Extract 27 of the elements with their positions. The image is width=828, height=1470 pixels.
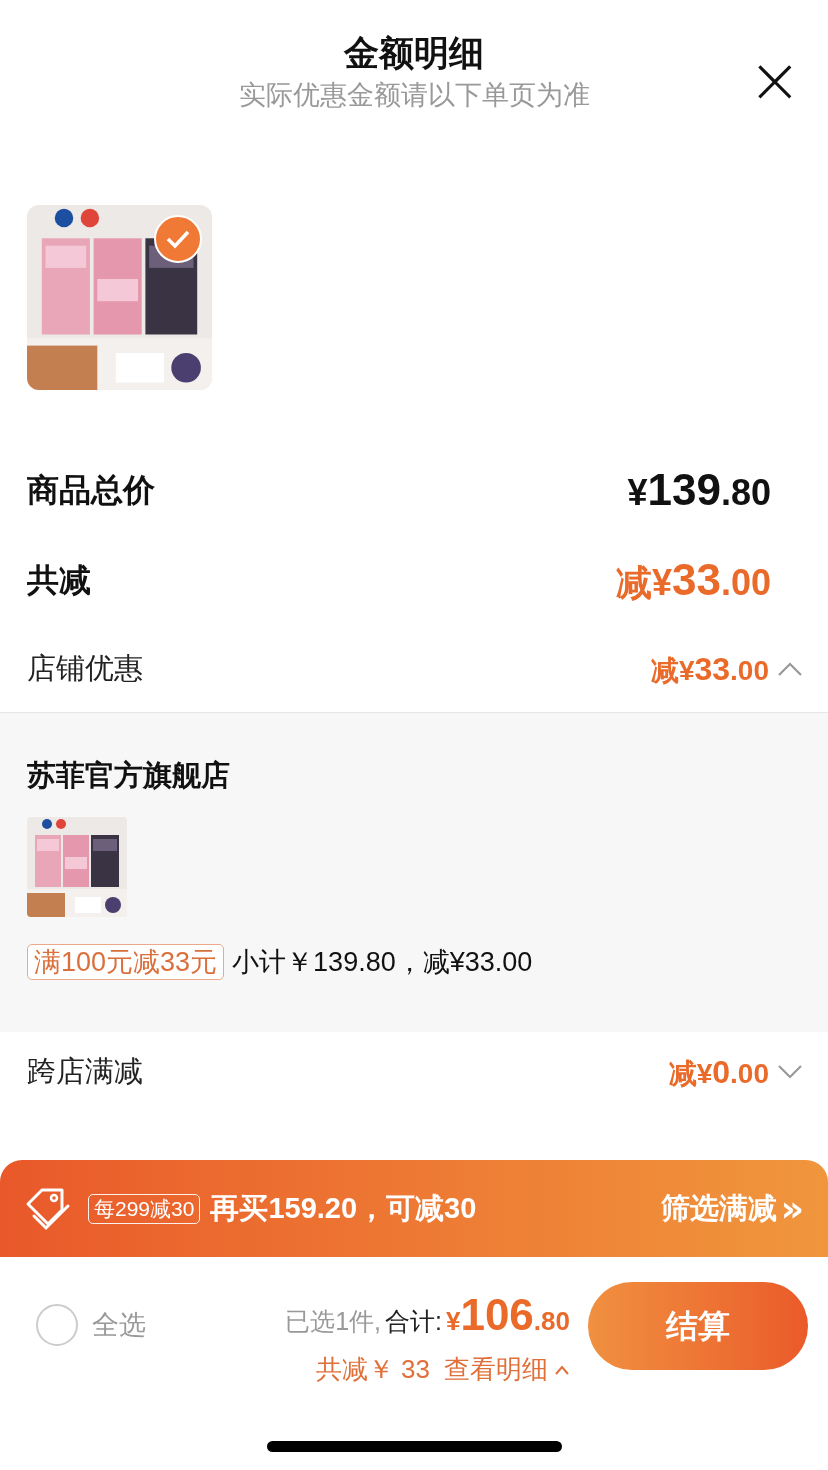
sheet-subtitle: 实际优惠金额请以下单页为准	[238, 79, 590, 112]
coupon-tag: 满100元减33元	[27, 944, 225, 981]
total-label: 合计:	[385, 1306, 442, 1337]
select-all-checkbox[interactable]: 全选	[36, 1304, 146, 1346]
discount-row-label[interactable]: 店铺优惠	[27, 646, 143, 691]
view-details-link[interactable]: 查看明细	[444, 1350, 570, 1389]
total-price: ¥139.80	[627, 464, 771, 516]
chevron-up-icon[interactable]	[777, 660, 803, 677]
promo-tag: 每299减30	[88, 1193, 201, 1224]
chevron-up-icon[interactable]	[554, 1363, 570, 1376]
discount-value: 减¥33.00	[650, 649, 769, 689]
filter-discount-link[interactable]: 筛选满减»	[660, 1186, 804, 1231]
saved-amount: 共减￥ 33	[315, 1353, 430, 1386]
promo-text: 再买159.20，可减30	[210, 1190, 477, 1226]
chevron-down-icon[interactable]	[777, 1064, 803, 1080]
checkout-button[interactable]: 结算	[588, 1282, 808, 1370]
summary-label: 共减	[27, 561, 91, 600]
selected-count: 已选1件,	[285, 1306, 381, 1337]
summary-label: 商品总价	[27, 471, 155, 510]
discount-amount: 减¥33.00	[615, 554, 771, 606]
store-name: 苏菲官方旗舰店	[27, 758, 231, 793]
close-button[interactable]: ×	[748, 50, 798, 110]
sheet-title: 金额明细	[344, 32, 484, 74]
discount-value: 减¥0.00	[668, 1053, 769, 1092]
subtotal-text: 小计￥139.80，减¥33.00	[232, 946, 533, 979]
discount-row-label[interactable]: 跨店满减	[27, 1050, 143, 1094]
total-amount: ¥106.80	[445, 1289, 570, 1341]
